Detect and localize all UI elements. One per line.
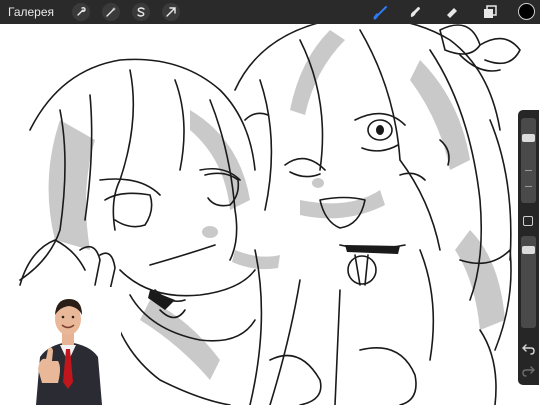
move-arrow-icon bbox=[166, 7, 176, 17]
slider-tick bbox=[525, 186, 532, 187]
modify-button[interactable] bbox=[523, 216, 533, 226]
layers-tool[interactable] bbox=[481, 3, 499, 21]
businessman-thumbs-up-image bbox=[36, 299, 102, 405]
selection-s-icon bbox=[137, 7, 145, 17]
selection-button[interactable] bbox=[132, 3, 151, 21]
brush-size-slider[interactable] bbox=[521, 118, 536, 203]
brush-tool[interactable] bbox=[372, 3, 390, 21]
slider-tick bbox=[525, 170, 532, 171]
magic-wand-icon bbox=[106, 7, 117, 17]
brush-size-handle[interactable] bbox=[522, 134, 535, 142]
brush-icon bbox=[373, 6, 387, 20]
wrench-icon bbox=[77, 7, 86, 16]
color-swatch[interactable] bbox=[518, 3, 535, 20]
eraser-tool[interactable] bbox=[443, 3, 461, 21]
opacity-handle[interactable] bbox=[522, 246, 535, 254]
undo-icon[interactable] bbox=[522, 342, 535, 355]
side-controls bbox=[518, 110, 539, 385]
gallery-button[interactable]: Галерея bbox=[8, 5, 54, 19]
top-toolbar: Галерея bbox=[0, 0, 540, 24]
transform-button[interactable] bbox=[162, 3, 181, 21]
smudge-icon bbox=[410, 7, 420, 17]
redo-icon[interactable] bbox=[522, 364, 535, 377]
smudge-tool[interactable] bbox=[406, 3, 424, 21]
eraser-icon bbox=[447, 8, 457, 18]
actions-button[interactable] bbox=[72, 3, 91, 21]
adjustments-button[interactable] bbox=[102, 3, 121, 21]
opacity-slider[interactable] bbox=[521, 236, 536, 328]
inserted-photo[interactable] bbox=[18, 287, 121, 405]
layers-icon bbox=[484, 5, 497, 18]
